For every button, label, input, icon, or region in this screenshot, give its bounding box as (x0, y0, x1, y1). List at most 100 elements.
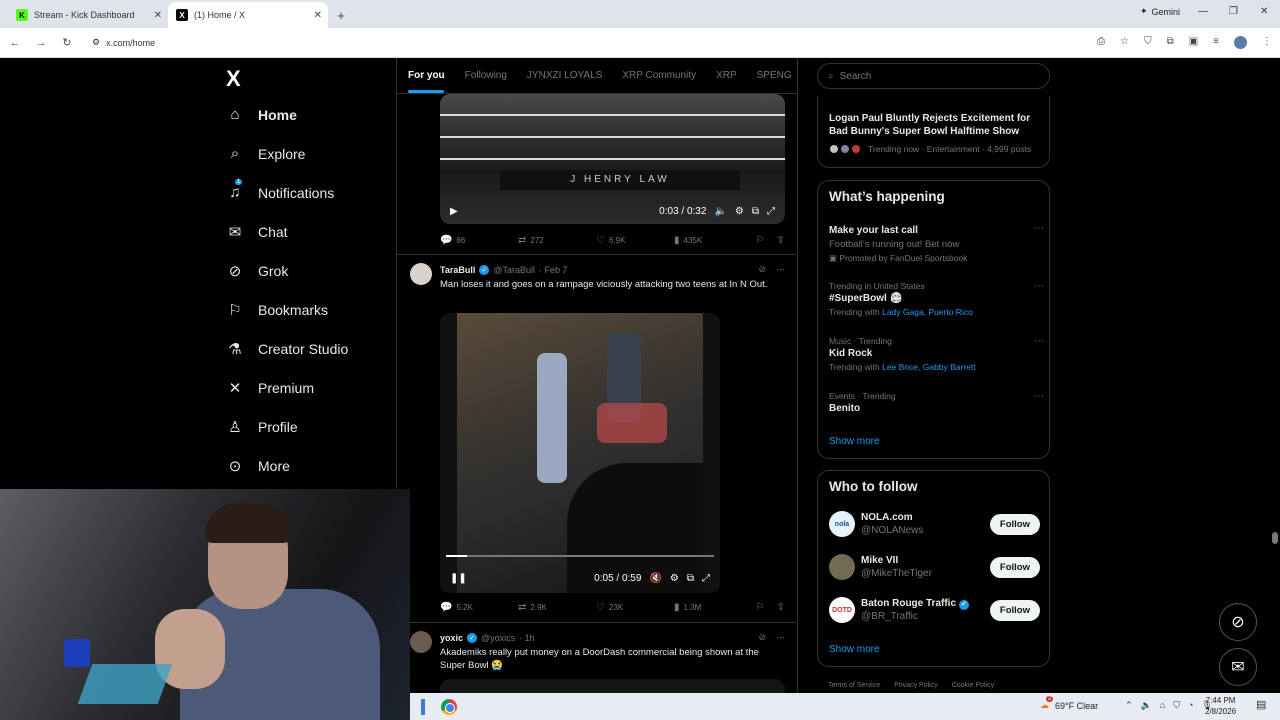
tab-x-home[interactable]: X (1) Home / X ✕ (168, 2, 328, 28)
mute-icon[interactable]: 🔇 (649, 573, 661, 584)
install-icon[interactable]: ⎙ (1097, 36, 1105, 49)
nav-creator-studio[interactable]: ⚗ Creator Studio (226, 340, 348, 358)
minimize-icon[interactable]: — (1198, 6, 1208, 17)
volume-icon[interactable]: 🔈 (1141, 700, 1152, 711)
grok-fab[interactable]: ⊘ (1219, 603, 1257, 641)
back-icon[interactable]: ← (4, 37, 26, 49)
profile-avatar[interactable] (1234, 36, 1247, 49)
follow-suggestion[interactable]: nola NOLA.com @NOLANews Follow (829, 509, 1040, 539)
media-icon[interactable]: ≡ (1213, 36, 1219, 49)
post-time[interactable]: · Feb 7 (539, 265, 568, 275)
star-icon[interactable]: ☆ (1120, 36, 1129, 49)
more-options-icon[interactable]: ⋯ (1034, 336, 1044, 347)
post-time[interactable]: · 1h (519, 633, 535, 643)
more-options-icon[interactable]: ⋯ (1034, 223, 1044, 234)
views-button[interactable]: ▮ 1.3M (674, 602, 752, 613)
play-icon[interactable]: ▶ (450, 206, 458, 217)
more-options-icon[interactable]: ⋯ (1034, 281, 1044, 292)
url-field[interactable]: ⚙ x.com/home (92, 37, 155, 48)
fullscreen-icon[interactable]: ⤢ (767, 206, 775, 217)
extensions-icon[interactable]: ⧉ (1167, 36, 1174, 49)
post-video[interactable]: J HENRY LAW ▶ 0:03 / 0:32 🔈 ⚙ ⧉ ⤢ (440, 94, 785, 224)
more-options-icon[interactable]: ⋯ (1034, 391, 1044, 402)
tab-kick-dashboard[interactable]: K Stream - Kick Dashboard ✕ (8, 2, 168, 28)
gemini-button[interactable]: ✦ Gemini (1140, 6, 1180, 17)
show-more-link[interactable]: Show more (829, 436, 880, 447)
trend-item[interactable]: Events · Trending Benito ⋯ (829, 391, 1044, 414)
sidepanel-icon[interactable]: ▣ (1189, 36, 1198, 49)
avatar[interactable] (410, 263, 432, 285)
post-video[interactable]: ❚❚ 0:05 / 0:59 🔇 ⚙ ⧉ ⤢ (440, 313, 720, 593)
settings-icon[interactable]: ⚙ (670, 573, 679, 584)
author-handle[interactable]: @TaraBull (493, 265, 535, 275)
repost-button[interactable]: ⇄ 272 (518, 235, 596, 246)
tab-xrp[interactable]: XRP (716, 70, 737, 81)
follow-suggestion[interactable]: DOTD Baton Rouge Traffic ✓ @BR_Traffic Fo… (829, 595, 1040, 625)
tab-xrp-community[interactable]: XRP Community (622, 70, 696, 81)
pip-icon[interactable]: ⧉ (687, 573, 694, 584)
reply-button[interactable]: 💬 5.2K (440, 602, 518, 613)
more-options-icon[interactable]: ⋯ (776, 264, 785, 275)
views-button[interactable]: ▮ 435K (674, 235, 752, 246)
security-icon[interactable]: ⛉ (1173, 700, 1180, 711)
reload-icon[interactable]: ↻ (56, 36, 78, 49)
settings-icon[interactable]: ⚙ (735, 206, 744, 217)
weather-widget[interactable]: ☁ 2 69°F Clear (1040, 696, 1098, 711)
tab-following[interactable]: Following (465, 70, 507, 81)
tab-speng[interactable]: SPENG (757, 70, 792, 81)
news-card[interactable]: Logan Paul Bluntly Rejects Excitement fo… (817, 96, 1050, 168)
chrome-taskbar-button[interactable] (436, 696, 462, 718)
nav-chat[interactable]: ✉ Chat (226, 223, 288, 241)
nav-bookmarks[interactable]: ⚐ Bookmarks (226, 301, 328, 319)
video-progress[interactable] (446, 555, 714, 557)
show-more-link[interactable]: Show more (829, 644, 880, 655)
nav-home[interactable]: ⌂ Home (226, 106, 296, 123)
shield-icon[interactable]: ⛉ (1144, 36, 1152, 49)
new-tab-button[interactable]: + (328, 2, 354, 28)
site-info-icon[interactable]: ⚙ (92, 37, 100, 48)
follow-button[interactable]: Follow (989, 599, 1040, 621)
pause-icon[interactable]: ❚❚ (450, 573, 467, 584)
reply-button[interactable]: 💬 86 (440, 235, 518, 246)
bookmark-icon[interactable]: ⚐ (756, 602, 765, 613)
follow-button[interactable]: Follow (989, 513, 1040, 535)
close-icon[interactable]: ✕ (154, 10, 162, 21)
volume-icon[interactable]: 🔈 (714, 206, 726, 217)
scrollbar[interactable] (1272, 532, 1278, 544)
trend-item[interactable]: Trending in United States #SuperBowl 🏟 T… (829, 281, 1044, 317)
x-logo[interactable]: X (226, 66, 241, 92)
trend-item[interactable]: Music · Trending Kid Rock Trending with … (829, 336, 1044, 372)
nav-premium[interactable]: ✕ Premium (226, 379, 314, 397)
news-title[interactable]: Logan Paul Bluntly Rejects Excitement fo… (829, 112, 1044, 138)
close-icon[interactable]: ✕ (314, 10, 322, 21)
taskbar-clock[interactable]: 7:44 PM 2/8/2026 (1205, 695, 1236, 717)
nav-explore[interactable]: ⌕ Explore (226, 145, 306, 162)
author-name[interactable]: TaraBull (440, 265, 475, 275)
wifi-icon[interactable]: ◔ (1188, 700, 1193, 711)
promo-item[interactable]: Make your last call Football’s running o… (829, 223, 1044, 264)
share-icon[interactable]: ⇪ (777, 235, 785, 246)
taskbar-app[interactable] (410, 696, 436, 718)
nav-grok[interactable]: ⊘ Grok (226, 262, 289, 280)
nav-more[interactable]: ⊙ More (226, 457, 290, 475)
repost-button[interactable]: ⇄ 2.9K (518, 602, 596, 613)
author-handle[interactable]: @yoxics (481, 633, 515, 643)
pip-icon[interactable]: ⧉ (752, 206, 759, 217)
follow-suggestion[interactable]: Mike VII @MikeTheTiger Follow (829, 552, 1040, 582)
grok-icon[interactable]: ⊘ (758, 264, 766, 275)
nav-profile[interactable]: ♙ Profile (226, 418, 297, 436)
share-icon[interactable]: ⇪ (777, 602, 785, 613)
avatar[interactable] (410, 631, 432, 653)
search-input[interactable]: ⌕ Search (817, 63, 1050, 89)
like-button[interactable]: ♡ 6.9K (596, 235, 674, 246)
like-button[interactable]: ♡ 23K (596, 602, 674, 613)
grok-icon[interactable]: ⊘ (758, 632, 766, 643)
tab-for-you[interactable]: For you (408, 70, 445, 93)
chevron-up-icon[interactable]: ⌃ (1125, 700, 1133, 711)
fullscreen-icon[interactable]: ⤢ (702, 573, 710, 584)
post-media[interactable] (440, 679, 785, 693)
bookmark-icon[interactable]: ⚐ (756, 235, 765, 246)
menu-icon[interactable]: ⋮ (1262, 36, 1272, 49)
tab-jynxzi-loyals[interactable]: JYNXZI LOYALS (527, 70, 602, 81)
messages-fab[interactable]: ✉ (1219, 648, 1257, 686)
